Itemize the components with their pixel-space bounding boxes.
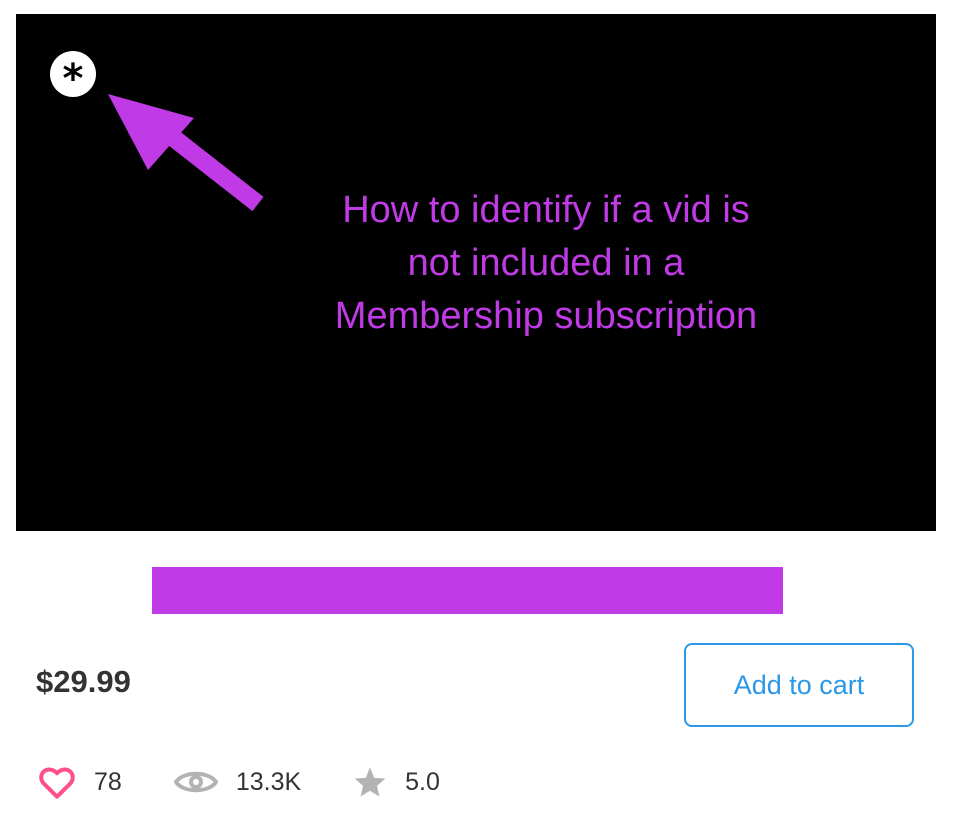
redacted-video-title[interactable]	[152, 567, 783, 614]
add-to-cart-button[interactable]: Add to cart	[684, 643, 914, 727]
rating-value: 5.0	[405, 767, 440, 796]
video-thumbnail[interactable]: * How to identify if a vid is not includ…	[16, 14, 936, 531]
overlay-line: not included in a	[407, 242, 685, 284]
price: $29.99	[36, 664, 131, 699]
view-count: 13.3K	[235, 767, 302, 796]
overlay-line: Membership subscription	[334, 295, 758, 337]
thumbnail-overlay-text: How to identify if a vid is not included…	[276, 184, 816, 343]
eye-icon	[173, 771, 218, 793]
like-stat[interactable]: 78	[38, 765, 122, 799]
stats-row: 78 13.3K 5.0	[38, 760, 440, 804]
heart-icon[interactable]	[38, 765, 76, 799]
views-stat: 13.3K	[173, 767, 302, 797]
like-count: 78	[94, 767, 122, 796]
overlay-line: How to identify if a vid is	[342, 189, 750, 231]
star-icon	[354, 767, 386, 797]
rating-stat: 5.0	[353, 766, 440, 798]
